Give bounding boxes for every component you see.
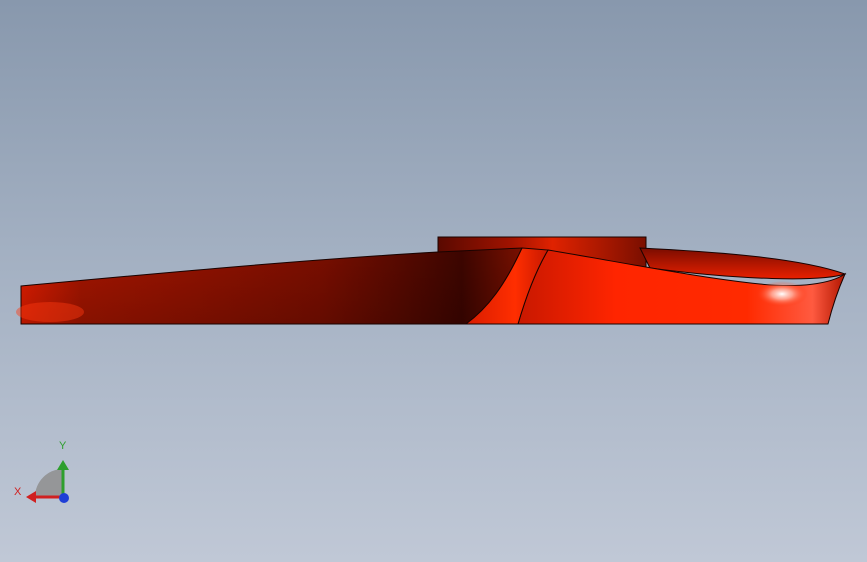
y-axis-label: Y [59,440,67,452]
x-axis-label: X [14,486,22,498]
x-axis-arrow [26,491,36,503]
impeller-model[interactable] [0,0,867,562]
triad-graphic [26,460,69,503]
reference-triad[interactable]: Y X [10,440,80,510]
right-blade-highlight [756,281,808,307]
triad-plane [35,469,63,497]
z-axis-dot [59,493,69,503]
left-blade-shade [21,248,522,324]
graphics-viewport[interactable]: Y X [0,0,867,562]
left-blade-highlight [16,302,84,322]
y-axis-arrow [57,460,69,470]
